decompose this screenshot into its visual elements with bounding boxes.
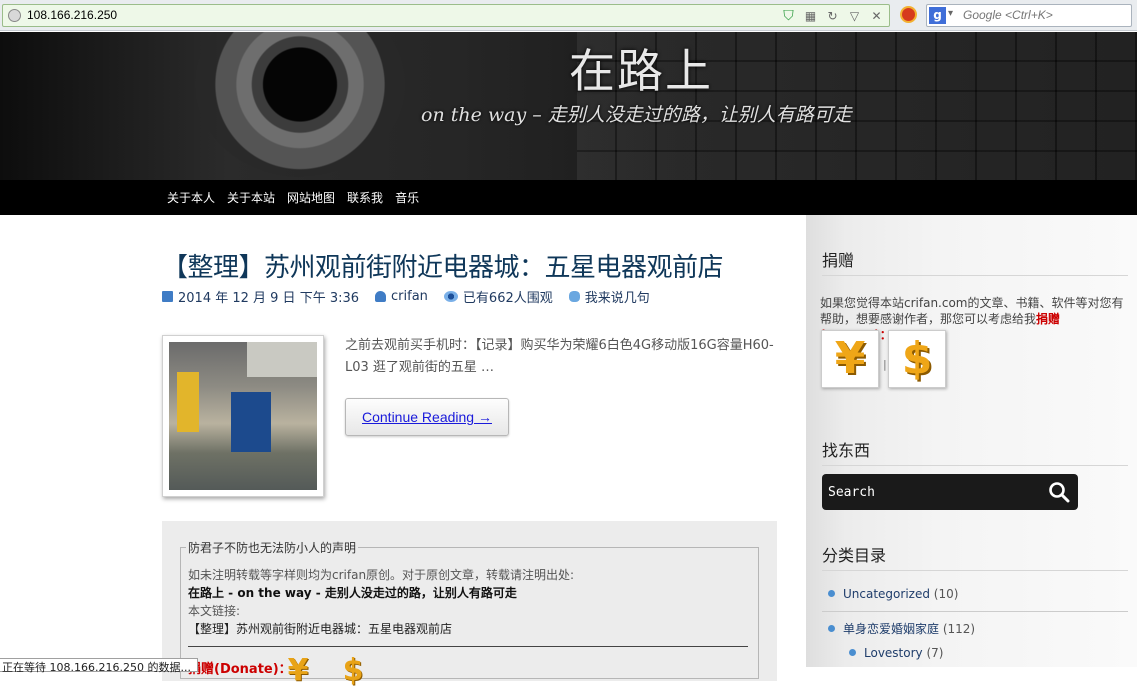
post-meta: 2014 年 12 月 9 日 下午 3:36 crifan 已有662人围观 … (162, 287, 650, 306)
search-box (822, 474, 1078, 510)
adblock-icon[interactable] (900, 6, 917, 23)
eye-banner-image (195, 32, 405, 177)
nav-item-contact[interactable]: 联系我 (347, 189, 383, 206)
category-name[interactable]: Lovestory (864, 646, 923, 660)
search-icon[interactable] (1048, 481, 1070, 503)
qr-code-icon[interactable]: ▦ (803, 8, 818, 23)
comment-icon (568, 291, 580, 302)
site-link[interactable]: 在路上 - on the way - 走别人没走过的路，让别人有路可走 (188, 584, 517, 601)
yuan-donate-icon[interactable]: ¥ (821, 330, 879, 388)
dollar-donate-icon[interactable]: $ (888, 330, 946, 388)
site-title[interactable]: 在路上 (569, 35, 713, 101)
nav-item-sitemap[interactable]: 网站地图 (287, 189, 335, 206)
statement-donate-label[interactable]: 捐赠(Donate)： (188, 658, 292, 677)
street-photo (169, 342, 317, 490)
statement-legend: 防君子不防也无法防小人的声明 (188, 541, 357, 555)
category-count: (112) (942, 622, 976, 636)
search-input[interactable] (828, 484, 1028, 500)
yuan-coin-icon[interactable]: ¥ (281, 654, 315, 688)
stop-icon[interactable]: ✕ (869, 8, 884, 23)
main-content: 【整理】苏州观前街附近电器城：五星电器观前店 2014 年 12 月 9 日 下… (0, 215, 806, 688)
bullet-icon (828, 625, 835, 632)
address-bar[interactable]: 108.166.216.250 ⛉ ▦ ↻ ▽ ✕ (2, 4, 890, 27)
reload-icon[interactable]: ↻ (825, 8, 840, 23)
dollar-coin-icon[interactable]: $ (336, 654, 370, 688)
nav-item-about-site[interactable]: 关于本站 (227, 189, 275, 206)
chevron-down-icon[interactable]: ▾ (948, 8, 953, 19)
category-item[interactable]: Uncategorized (10) (822, 585, 1128, 609)
categories-widget-title: 分类目录 (822, 546, 887, 565)
category-list: Uncategorized (10) 单身恋爱婚姻家庭 (112) Lovest… (822, 585, 1128, 668)
main-nav: 关于本人 关于本站 网站地图 联系我 音乐 (0, 180, 1137, 215)
copyright-statement: 防君子不防也无法防小人的声明 如未注明转载等字样则均为crifan原创。对于原创… (162, 521, 777, 688)
statement-fieldset: 防君子不防也无法防小人的声明 如未注明转载等字样则均为crifan原创。对于原创… (180, 539, 759, 688)
category-count: (10) (933, 587, 959, 601)
category-name[interactable]: Uncategorized (843, 587, 930, 601)
divider (188, 646, 748, 647)
separator: | (883, 358, 887, 371)
nav-item-music[interactable]: 音乐 (395, 189, 419, 206)
category-count: (7) (926, 646, 944, 660)
post-author[interactable]: crifan (391, 289, 428, 304)
divider (822, 611, 1128, 612)
post-thumbnail[interactable] (162, 335, 324, 497)
site-header: 在路上 on the way – 走别人没走过的路，让别人有路可走 (0, 32, 1137, 180)
divider (822, 275, 1128, 276)
post-title[interactable]: 【整理】苏州观前街附近电器城：五星电器观前店 (162, 247, 724, 284)
post-comments-link[interactable]: 我来说几句 (585, 287, 650, 306)
nav-item-about-me[interactable]: 关于本人 (167, 189, 215, 206)
search-placeholder[interactable]: Google <Ctrl+K> (963, 8, 1053, 22)
divider (822, 465, 1128, 466)
statement-line-1: 如未注明转载等字样则均为crifan原创。对于原创文章，转载请注明出处: (188, 568, 575, 582)
search-widget-title: 找东西 (822, 441, 871, 460)
shield-icon[interactable]: ⛉ (781, 8, 796, 24)
user-icon (375, 291, 387, 302)
post-views: 已有662人围观 (462, 291, 553, 306)
browser-toolbar: 108.166.216.250 ⛉ ▦ ↻ ▽ ✕ g ▾ Google <Ct… (0, 0, 1137, 31)
site-tagline: on the way – 走别人没走过的路，让别人有路可走 (421, 104, 852, 126)
bullet-icon (828, 590, 835, 597)
address-bar-icons: ⛉ ▦ ↻ ▽ ✕ (781, 8, 884, 24)
calendar-icon (162, 291, 173, 302)
donate-widget-title: 捐赠 (822, 251, 855, 270)
dropdown-triangle-icon[interactable]: ▽ (847, 8, 862, 23)
browser-status-bar: 正在等待 108.166.216.250 的数据... (0, 658, 198, 674)
continue-reading-button[interactable]: Continue Reading → (345, 398, 509, 436)
category-item[interactable]: 单身恋爱婚姻家庭 (112) (822, 620, 1128, 644)
post-date[interactable]: 2014 年 12 月 9 日 下午 3:36 (178, 287, 359, 306)
post-link[interactable]: 【整理】苏州观前街附近电器城：五星电器观前店 (188, 620, 452, 637)
post-excerpt: 之前去观前买手机时：【记录】购买华为荣耀6白色4G移动版16G容量H60-L03… (345, 338, 774, 375)
views-icon (443, 291, 458, 302)
bullet-icon (849, 649, 856, 656)
category-name[interactable]: 单身恋爱婚姻家庭 (843, 622, 939, 636)
site-info-icon[interactable] (8, 9, 21, 22)
divider (822, 570, 1128, 571)
google-icon[interactable]: g (929, 7, 946, 24)
url-text[interactable]: 108.166.216.250 (27, 8, 117, 22)
statement-line-3: 本文链接: (188, 604, 241, 618)
browser-search-box[interactable]: g ▾ Google <Ctrl+K> (926, 4, 1132, 27)
sidebar: 捐赠 如果您觉得本站crifan.com的文章、书籍、软件等对您有帮助，想要感谢… (806, 215, 1137, 667)
subcategory-item[interactable]: Lovestory (7) (822, 644, 1128, 668)
